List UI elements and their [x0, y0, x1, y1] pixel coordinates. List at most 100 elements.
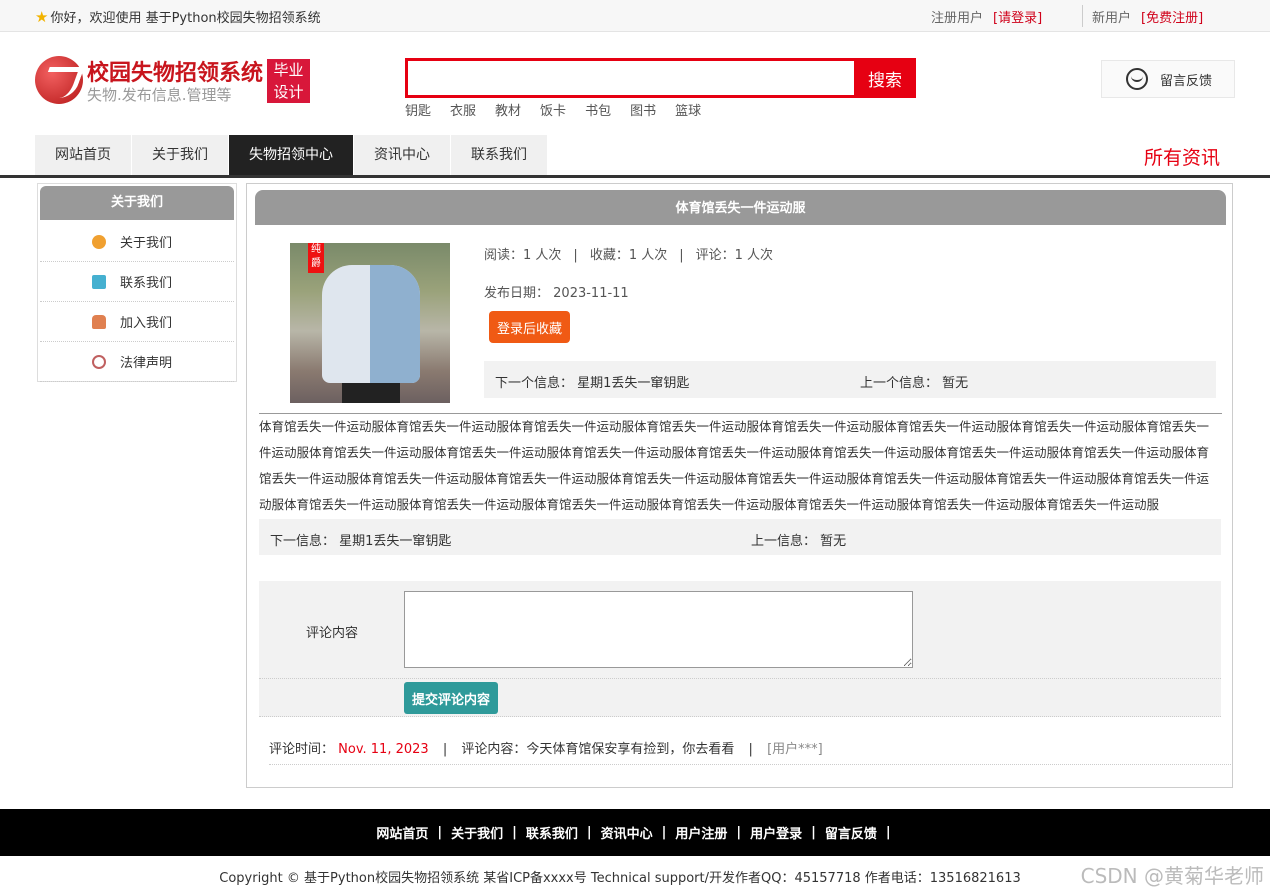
- all-news-link[interactable]: 所有资讯: [1144, 143, 1220, 170]
- nav-divider: [0, 175, 1270, 178]
- submit-comment-button[interactable]: 提交评论内容: [404, 682, 498, 714]
- sidebar-item-legal[interactable]: 法律声明: [40, 342, 234, 382]
- support-agent-icon: [1126, 68, 1148, 90]
- reg-user-label: 注册用户: [931, 11, 984, 26]
- register-link[interactable]: [免费注册]: [1141, 11, 1203, 26]
- comment-content-value: 今天体育馆保安享有捡到，你去看看: [526, 742, 735, 757]
- photo-tag: 纯爵: [308, 243, 324, 273]
- prev-info: 上一个信息： 暂无: [860, 372, 968, 391]
- hotword-link[interactable]: 图书: [630, 100, 656, 119]
- footer-link-news[interactable]: 资讯中心: [601, 823, 653, 842]
- hotword-link[interactable]: 饭卡: [540, 100, 566, 119]
- fav-label: 收藏：: [589, 248, 629, 263]
- footer-separator: |: [811, 825, 816, 840]
- nav-contact[interactable]: 联系我们: [451, 135, 547, 175]
- comment-textarea[interactable]: [404, 591, 913, 668]
- prev-label: 上一信息：: [751, 534, 817, 549]
- next-value[interactable]: 星期1丢失一窜钥匙: [577, 376, 689, 391]
- hotword-link[interactable]: 篮球: [675, 100, 701, 119]
- hot-keywords: 钥匙 衣服 教材 饭卡 书包 图书 篮球: [405, 100, 720, 119]
- clipboard-icon: [92, 274, 106, 289]
- footer-nav: 网站首页 | 关于我们 | 联系我们 | 资讯中心 | 用户注册 | 用户登录 | 留言反馈…: [0, 809, 1270, 856]
- hotword-link[interactable]: 教材: [495, 100, 521, 119]
- sidebar-item-label: 关于我们: [120, 236, 173, 251]
- comment-user: [用户***]: [767, 742, 823, 757]
- orange-circle-icon: [92, 234, 106, 249]
- item-photo: 纯爵: [290, 243, 450, 403]
- welcome-label: 你好，欢迎使用 基于Python校园失物招领系统: [50, 11, 321, 26]
- comment-form: 评论内容 提交评论内容: [259, 581, 1221, 717]
- date-label: 发布日期：: [484, 286, 550, 301]
- login-area: 注册用户 [请登录]: [931, 7, 1042, 26]
- fav-value: 1 人次: [628, 248, 668, 263]
- hotword-link[interactable]: 钥匙: [405, 100, 431, 119]
- footer-link-home[interactable]: 网站首页: [376, 823, 428, 842]
- footer-separator: |: [512, 825, 517, 840]
- footer-link-feedback[interactable]: 留言反馈: [825, 823, 877, 842]
- detail-panel: 体育馆丢失一件运动服 纯爵 阅读：1 人次 | 收藏：1 人次 | 评论：1 人次 发布…: [246, 183, 1233, 788]
- comment-label: 评论内容: [306, 626, 359, 641]
- detail-content: 体育馆丢失一件运动服体育馆丢失一件运动服体育馆丢失一件运动服体育馆丢失一件运动服…: [259, 419, 1210, 512]
- feedback-label: 留言反馈: [1160, 73, 1213, 89]
- copyright-text: Copyright © 基于Python校园失物招领系统 某省ICP备xxxx号…: [219, 871, 1021, 886]
- next-info-bottom[interactable]: 下一信息： 星期1丢失一窜钥匙: [270, 530, 451, 549]
- login-link[interactable]: [请登录]: [993, 11, 1042, 26]
- graduation-badge: 毕业 设计: [267, 59, 310, 103]
- sidebar-item-label: 加入我们: [120, 316, 173, 331]
- nav-lost-found[interactable]: 失物招领中心: [229, 135, 353, 175]
- footer-link-contact[interactable]: 联系我们: [526, 823, 578, 842]
- welcome-text: ★ 你好，欢迎使用 基于Python校园失物招领系统: [35, 7, 321, 27]
- logo-icon[interactable]: [35, 56, 83, 104]
- comment-time-label: 评论时间：: [269, 742, 335, 757]
- next-prev-bottom: 下一信息： 星期1丢失一窜钥匙 上一信息： 暂无: [259, 519, 1221, 555]
- sidebar-item-about[interactable]: 关于我们: [40, 222, 234, 262]
- hotword-link[interactable]: 衣服: [450, 100, 476, 119]
- next-value[interactable]: 星期1丢失一窜钥匙: [339, 534, 451, 549]
- prev-value: 暂无: [942, 376, 969, 391]
- nav-news[interactable]: 资讯中心: [354, 135, 450, 175]
- stats-separator: |: [679, 248, 684, 263]
- comment-count-value: 1 人次: [734, 248, 774, 263]
- logo-subtitle: 失物.发布信息.管理等: [87, 86, 232, 104]
- lock-icon: [92, 314, 106, 329]
- search-box: 搜索: [405, 58, 916, 98]
- sidebar-item-contact[interactable]: 联系我们: [40, 262, 234, 302]
- sidebar-item-join[interactable]: 加入我们: [40, 302, 234, 342]
- topbar-divider: [1082, 5, 1083, 27]
- comment-divider: [269, 764, 1231, 765]
- jacket-shape: [322, 265, 420, 383]
- form-row-divider: [259, 716, 1221, 717]
- footer-link-register[interactable]: 用户注册: [675, 823, 727, 842]
- next-info[interactable]: 下一个信息： 星期1丢失一窜钥匙: [495, 372, 689, 391]
- comment-separator: |: [748, 742, 753, 757]
- read-label: 阅读：: [484, 248, 524, 263]
- prev-info-bottom: 上一信息： 暂无: [751, 530, 846, 549]
- footer-link-about[interactable]: 关于我们: [451, 823, 503, 842]
- register-area: 新用户 [免费注册]: [1092, 7, 1203, 26]
- main-nav: 网站首页 关于我们 失物招领中心 资讯中心 联系我们: [35, 135, 548, 175]
- sidebar-item-label: 联系我们: [120, 276, 173, 291]
- footer-link-login[interactable]: 用户登录: [750, 823, 802, 842]
- nav-about[interactable]: 关于我们: [132, 135, 228, 175]
- logo-title[interactable]: 校园失物招领系统: [87, 55, 263, 87]
- power-icon: [92, 354, 106, 369]
- nav-home[interactable]: 网站首页: [35, 135, 131, 175]
- hotword-link[interactable]: 书包: [585, 100, 611, 119]
- star-icon: ★: [35, 7, 49, 26]
- footer-separator: |: [736, 825, 742, 840]
- next-prev-top: 下一个信息： 星期1丢失一窜钥匙 上一个信息： 暂无: [484, 361, 1216, 398]
- search-input[interactable]: [408, 61, 854, 95]
- detail-title: 体育馆丢失一件运动服: [255, 190, 1226, 225]
- search-button[interactable]: 搜索: [854, 58, 916, 98]
- login-to-collect-button[interactable]: 登录后收藏: [489, 311, 570, 343]
- stats-line: 阅读：1 人次 | 收藏：1 人次 | 评论：1 人次: [484, 244, 773, 263]
- form-row-divider: [259, 678, 1221, 679]
- comment-entry: 评论时间： Nov. 11, 2023 | 评论内容：今天体育馆保安享有捡到，你…: [269, 738, 1231, 757]
- feedback-button[interactable]: 留言反馈: [1101, 60, 1235, 98]
- csdn-watermark: CSDN @黄菊华老师: [1080, 864, 1264, 888]
- sidebar-title: 关于我们: [40, 186, 234, 220]
- top-bar: ★ 你好，欢迎使用 基于Python校园失物招领系统 注册用户 [请登录] 新用户…: [0, 0, 1270, 32]
- date-value: 2023-11-11: [553, 286, 629, 301]
- prev-value: 暂无: [820, 534, 847, 549]
- next-label: 下一个信息：: [495, 376, 574, 391]
